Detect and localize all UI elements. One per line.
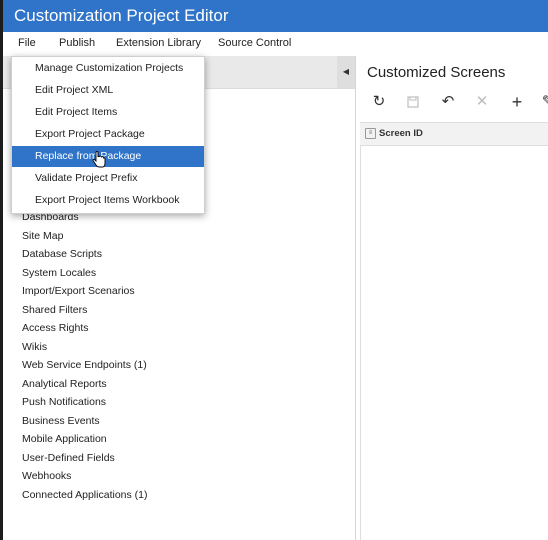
menu-publish[interactable]: Publish — [59, 37, 95, 49]
customization-project-editor: Customization Project Editor File Publis… — [3, 0, 548, 540]
menu-file[interactable]: File — [18, 37, 36, 49]
file-menu-dropdown: Manage Customization Projects Edit Proje… — [11, 56, 205, 214]
menu-item-edit-project-items[interactable]: Edit Project Items — [12, 102, 204, 123]
collapse-panel-icon[interactable]: ◀ — [337, 56, 355, 88]
tree-item-system-locales[interactable]: System Locales — [22, 264, 148, 283]
tree-item-database-scripts[interactable]: Database Scripts — [22, 245, 148, 264]
menu-item-label: Replace from Package — [35, 150, 142, 162]
hand-cursor-icon — [92, 151, 106, 168]
grid-header: ≡ Screen ID — [360, 122, 548, 146]
delete-icon[interactable]: ✕ — [471, 90, 493, 114]
tree-item-connected-applications[interactable]: Connected Applications (1) — [22, 486, 148, 505]
title-bar: Customization Project Editor — [3, 0, 548, 32]
tree-item-site-map[interactable]: Site Map — [22, 227, 148, 246]
project-items-tree: Dashboards Site Map Database Scripts Sys… — [22, 208, 148, 504]
tree-item-import-export-scenarios[interactable]: Import/Export Scenarios — [22, 282, 148, 301]
undo-icon[interactable]: ↶ — [437, 90, 459, 114]
edit-icon[interactable]: ✎ — [537, 90, 548, 114]
menu-extension-library[interactable]: Extension Library — [116, 37, 201, 49]
menu-item-label: Edit Project Items — [35, 106, 118, 118]
tree-item-wikis[interactable]: Wikis — [22, 338, 148, 357]
tree-item-analytical-reports[interactable]: Analytical Reports — [22, 375, 148, 394]
column-screen-id[interactable]: Screen ID — [379, 128, 423, 139]
menu-item-label: Manage Customization Projects — [35, 62, 184, 74]
menu-item-label: Export Project Package — [35, 128, 145, 140]
grid-divider — [360, 145, 361, 540]
menu-item-export-project-package[interactable]: Export Project Package — [12, 124, 204, 145]
menu-source-control[interactable]: Source Control — [218, 37, 291, 49]
tree-item-webhooks[interactable]: Webhooks — [22, 467, 148, 486]
tree-item-access-rights[interactable]: Access Rights — [22, 319, 148, 338]
menu-item-label: Export Project Items Workbook — [35, 194, 180, 206]
grid-settings-icon[interactable]: ≡ — [365, 128, 376, 139]
tree-item-web-service-endpoints[interactable]: Web Service Endpoints (1) — [22, 356, 148, 375]
add-icon[interactable]: + — [506, 90, 528, 114]
save-icon[interactable] — [402, 90, 424, 114]
tree-item-user-defined-fields[interactable]: User-Defined Fields — [22, 449, 148, 468]
menu-item-export-project-items-workbook[interactable]: Export Project Items Workbook — [12, 190, 204, 211]
menu-item-label: Validate Project Prefix — [35, 172, 138, 184]
menu-bar: File Publish Extension Library Source Co… — [3, 32, 548, 56]
menu-item-label: Edit Project XML — [35, 84, 114, 96]
tree-item-business-events[interactable]: Business Events — [22, 412, 148, 431]
refresh-icon[interactable]: ↻ — [368, 90, 390, 114]
tree-item-shared-filters[interactable]: Shared Filters — [22, 301, 148, 320]
menu-item-validate-project-prefix[interactable]: Validate Project Prefix — [12, 168, 204, 189]
customized-screens-panel: Customized Screens ↻ ↶ ✕ + ✎ ≡ Screen ID — [356, 56, 548, 540]
tree-item-push-notifications[interactable]: Push Notifications — [22, 393, 148, 412]
tree-item-mobile-application[interactable]: Mobile Application — [22, 430, 148, 449]
menu-item-manage-customization-projects[interactable]: Manage Customization Projects — [12, 58, 204, 79]
panel-title: Customized Screens — [367, 64, 506, 81]
menu-item-edit-project-xml[interactable]: Edit Project XML — [12, 80, 204, 101]
window-title: Customization Project Editor — [14, 6, 229, 25]
menu-item-replace-from-package[interactable]: Replace from Package — [12, 146, 204, 167]
